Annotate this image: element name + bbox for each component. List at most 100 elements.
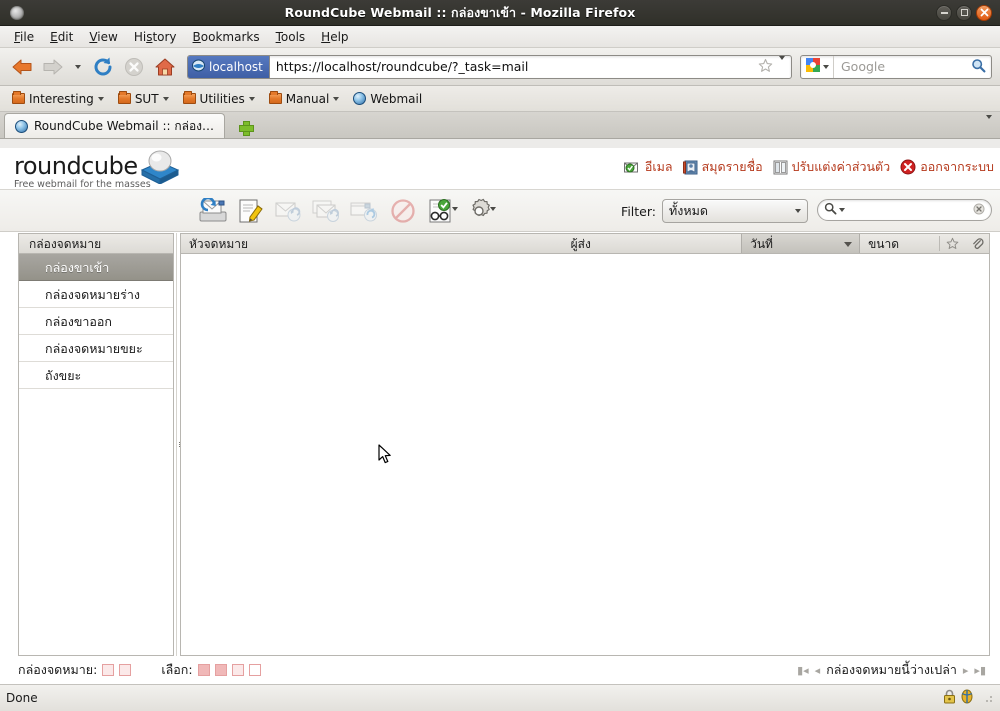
filter-label: Filter: — [621, 203, 656, 219]
folder-label: กล่องขาออก — [45, 314, 112, 329]
column-label: ขนาด — [868, 237, 900, 251]
reload-button[interactable] — [89, 53, 117, 81]
chevron-down-icon — [452, 206, 458, 211]
reply-all-button — [310, 194, 344, 228]
column-label: วันที่ — [750, 237, 773, 251]
select-unread-icon[interactable] — [214, 664, 227, 676]
select-all-icon[interactable] — [102, 664, 115, 676]
tab-label: RoundCube Webmail :: กล่อง… — [34, 118, 215, 133]
close-icon — [980, 8, 988, 17]
menu-help[interactable]: Help — [313, 28, 356, 46]
bookmark-label: Webmail — [370, 91, 423, 106]
bookmark-sut[interactable]: SUT — [112, 90, 175, 108]
search-bar[interactable]: Google — [800, 54, 992, 79]
minimize-button[interactable] — [936, 4, 952, 21]
task-label: ออกจากระบบ — [920, 159, 994, 174]
bookmark-manual[interactable]: Manual — [263, 90, 346, 108]
menu-view[interactable]: View — [81, 28, 125, 46]
column-size[interactable]: ขนาด — [860, 234, 939, 253]
search-engine-selector[interactable] — [801, 55, 834, 78]
select-invert-icon[interactable] — [231, 664, 244, 676]
menu-file[interactable]: File — [6, 28, 42, 46]
back-arrow-icon — [12, 59, 32, 74]
menu-bookmarks[interactable]: Bookmarks — [185, 28, 268, 46]
search-scope-chevron-icon[interactable] — [839, 208, 845, 212]
lock-icon[interactable] — [943, 689, 956, 707]
mail-main-area: กล่องจดหมาย กล่องขาเข้า กล่องจดหมายร่าง … — [0, 233, 1000, 656]
mailbox-label: กล่องจดหมาย: — [18, 662, 98, 677]
search-input[interactable]: Google — [834, 59, 971, 74]
task-mail[interactable]: อีเมล — [623, 157, 673, 177]
splitter-line — [176, 233, 177, 656]
site-identity-badge[interactable]: localhost — [188, 55, 270, 78]
column-flag[interactable] — [939, 234, 965, 253]
column-attachment[interactable] — [965, 234, 989, 253]
filter-value: ทั้งหมด — [669, 203, 708, 218]
folder-trash[interactable]: ถังขยะ — [19, 362, 173, 389]
tab-roundcube-webmail[interactable]: RoundCube Webmail :: กล่อง… — [4, 113, 226, 138]
search-clear-button[interactable] — [973, 203, 985, 218]
select-none-icon[interactable] — [248, 664, 261, 676]
resize-grip[interactable] — [982, 692, 994, 704]
task-label: อีเมล — [644, 159, 673, 174]
column-date[interactable]: วันที่ — [741, 234, 861, 253]
url-dropdown-button[interactable] — [777, 55, 791, 74]
message-list-body[interactable] — [181, 254, 989, 655]
purge-icon[interactable] — [119, 664, 132, 676]
new-tab-button[interactable] — [233, 116, 257, 138]
star-icon — [758, 58, 773, 72]
task-addressbook[interactable]: สมุดรายชื่อ — [682, 157, 763, 177]
bookmark-webmail[interactable]: Webmail — [347, 90, 428, 108]
task-settings[interactable]: ปรับแต่งค่าส่วนตัว — [773, 157, 890, 177]
history-dropdown-button[interactable] — [70, 53, 86, 81]
firefox-window: RoundCube Webmail :: กล่องขาเข้า - Mozil… — [0, 0, 1000, 711]
mail-toolbar: Filter: ทั้งหมด — [0, 190, 1000, 232]
folder-junk[interactable]: กล่องจดหมายขยะ — [19, 335, 173, 362]
bookmark-star-button[interactable] — [754, 58, 777, 76]
menu-history[interactable]: History — [126, 28, 185, 46]
empty-mailbox-message: กล่องจดหมายนี้ว่างเปล่า — [826, 662, 957, 677]
reply-all-icon — [312, 200, 339, 222]
select-all-messages-icon[interactable] — [197, 664, 210, 676]
url-bar[interactable]: localhost https://localhost/roundcube/?_… — [187, 54, 792, 79]
folder-inbox[interactable]: กล่องขาเข้า — [19, 254, 173, 281]
bookmark-interesting[interactable]: Interesting — [6, 90, 110, 108]
plus-icon — [238, 120, 254, 136]
column-subject[interactable]: หัวจดหมาย — [181, 234, 563, 253]
magnifier-icon — [972, 58, 986, 72]
bookmark-label: Manual — [285, 91, 330, 106]
maximize-button[interactable] — [956, 4, 972, 21]
chevron-down-icon — [490, 206, 496, 211]
more-actions-button[interactable] — [462, 194, 496, 228]
task-logout[interactable]: ออกจากระบบ — [900, 157, 994, 177]
menu-tools[interactable]: Tools — [268, 28, 314, 46]
message-list-header: หัวจดหมาย ผู้ส่ง วันที่ ขนาด — [181, 234, 989, 254]
stop-button — [120, 53, 148, 81]
tab-list-button[interactable] — [986, 115, 992, 133]
url-input[interactable]: https://localhost/roundcube/?_task=mail — [270, 59, 754, 74]
sort-descending-icon — [844, 242, 853, 247]
menu-edit[interactable]: Edit — [42, 28, 81, 46]
search-go-button[interactable] — [971, 58, 991, 76]
bookmark-utilities[interactable]: Utilities — [177, 90, 261, 108]
column-sender[interactable]: ผู้ส่ง — [563, 234, 741, 253]
mail-search-box[interactable] — [817, 199, 992, 221]
delete-icon — [391, 198, 415, 223]
folder-sent[interactable]: กล่องขาออก — [19, 308, 173, 335]
pagination: ▮◂ ◂ กล่องจดหมายนี้ว่างเปล่า ▸ ▸▮ — [797, 660, 986, 680]
mail-task-icon — [623, 162, 638, 172]
bookmarks-toolbar: Interesting SUT Utilities Manual Webmail — [0, 86, 1000, 112]
identity-globe-icon[interactable] — [960, 689, 974, 707]
check-mail-button[interactable] — [196, 194, 230, 228]
bookmark-label: Interesting — [29, 91, 94, 106]
addressbook-task-icon — [682, 160, 698, 174]
mark-button[interactable] — [424, 194, 458, 228]
filter-select[interactable]: ทั้งหมด — [662, 199, 808, 223]
close-button[interactable] — [976, 4, 992, 21]
home-button[interactable] — [151, 53, 179, 81]
compose-button[interactable] — [234, 194, 268, 228]
task-label: สมุดรายชื่อ — [701, 159, 763, 174]
folder-drafts[interactable]: กล่องจดหมายร่าง — [19, 281, 173, 308]
forward-button — [39, 53, 67, 81]
back-button[interactable] — [8, 53, 36, 81]
